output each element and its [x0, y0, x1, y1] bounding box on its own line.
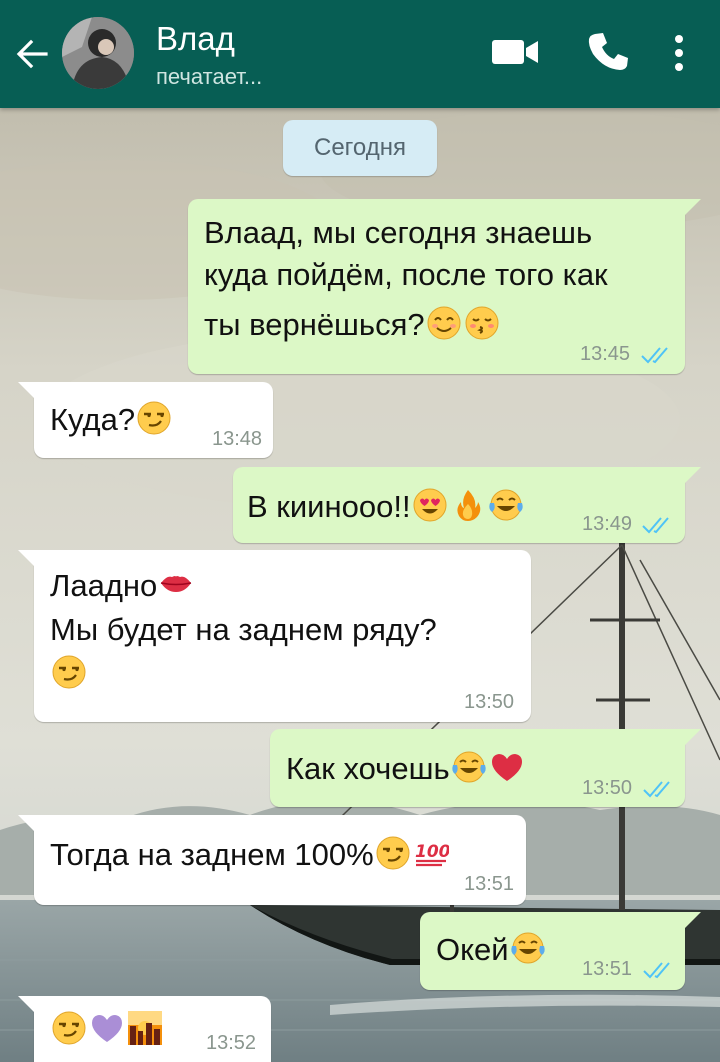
- message-bubble-outgoing[interactable]: Как хочешь 13:50: [270, 729, 701, 807]
- message-bubble-incoming[interactable]: Куда? 13:48: [18, 382, 273, 458]
- typing-status: печатает...: [156, 64, 263, 89]
- smirk-face-emoji: [51, 1010, 87, 1046]
- message-text: ты вернёшься?: [204, 307, 425, 342]
- heart-eyes-face-emoji: [412, 487, 448, 523]
- message-text-line: Тогда на заднем 100%: [50, 833, 450, 877]
- message-text-line: Куда?: [50, 398, 173, 442]
- read-receipt-icon: [641, 515, 677, 535]
- message-bubble-outgoing[interactable]: Окей 13:51: [420, 912, 701, 990]
- message-text: Лаадно: [50, 568, 158, 603]
- sunset-city-emoji: [127, 1010, 163, 1046]
- tears-of-joy-face-emoji: [510, 930, 546, 966]
- smirk-face-emoji: [375, 835, 411, 871]
- hundred-points-emoji: [413, 835, 449, 871]
- message-text-line: Как хочешь: [286, 747, 526, 791]
- red-heart-emoji: [489, 749, 525, 785]
- message-time: 13:51: [582, 958, 633, 980]
- message-text-line: Лаадно: [50, 564, 195, 608]
- message-time: 13:51: [464, 873, 515, 895]
- fire-emoji: [450, 487, 486, 523]
- purple-heart-emoji: [89, 1010, 125, 1046]
- message-time: 13:48: [212, 428, 263, 450]
- message-text: Окей: [436, 932, 509, 967]
- message-bubble-incoming[interactable]: Тогда на заднем 100% 13:51: [18, 815, 526, 905]
- message-text: Куда?: [50, 402, 136, 437]
- message-text: Как хочешь: [286, 751, 450, 786]
- read-receipt-icon: [642, 779, 678, 799]
- avatar[interactable]: [62, 17, 134, 89]
- back-button[interactable]: [12, 34, 52, 74]
- date-separator: Сегодня: [283, 120, 437, 176]
- more-vertical-icon: [675, 35, 683, 71]
- tears-of-joy-face-emoji: [451, 749, 487, 785]
- message-bubble-incoming[interactable]: Лаадно Мы будет на заднем ряду? 13:50: [18, 550, 531, 722]
- message-bubble-incoming[interactable]: 13:52: [18, 996, 271, 1062]
- message-time: 13:50: [582, 777, 633, 799]
- kissing-face-emoji: [464, 305, 500, 341]
- message-time: 13:45: [580, 343, 631, 365]
- read-receipt-icon: [640, 345, 676, 365]
- message-text-line: [50, 652, 88, 696]
- message-text: В киинооо!!: [247, 489, 411, 524]
- message-text-line: В киинооо!!: [247, 485, 525, 529]
- message-bubble-outgoing[interactable]: Влаад, мы сегодня знаешь куда пойдём, по…: [188, 199, 701, 374]
- tears-of-joy-face-emoji: [488, 487, 524, 523]
- phone-icon: [588, 33, 628, 70]
- voice-call-button[interactable]: [586, 30, 630, 74]
- chat-header: Влад печатает...: [0, 0, 720, 108]
- message-text-line: Окей: [436, 928, 547, 972]
- overflow-menu-button[interactable]: [664, 30, 694, 76]
- message-text-line: куда пойдём, после того как: [204, 257, 608, 292]
- video-call-button[interactable]: [490, 32, 540, 72]
- message-text-line: Мы будет на заднем ряду?: [50, 612, 437, 647]
- smiling-face-emoji: [426, 305, 462, 341]
- message-text: Тогда на заднем 100%: [50, 837, 374, 872]
- contact-name[interactable]: Влад: [156, 20, 235, 58]
- kiss-lips-emoji: [158, 566, 194, 602]
- message-bubble-outgoing[interactable]: В киинооо!! 13:49: [233, 467, 701, 543]
- smirk-face-emoji: [51, 654, 87, 690]
- message-text-line: [50, 1008, 164, 1052]
- message-time: 13:52: [206, 1032, 257, 1054]
- message-time: 13:50: [464, 691, 515, 713]
- message-time: 13:49: [582, 513, 633, 535]
- message-text-line: ты вернёшься?: [204, 303, 501, 347]
- avatar-photo: [62, 17, 134, 89]
- arrow-left-icon: [16, 39, 48, 69]
- video-camera-icon: [492, 40, 538, 64]
- read-receipt-icon: [642, 960, 678, 980]
- message-text-line: Влаад, мы сегодня знаешь: [204, 215, 593, 250]
- smirk-face-emoji: [136, 400, 172, 436]
